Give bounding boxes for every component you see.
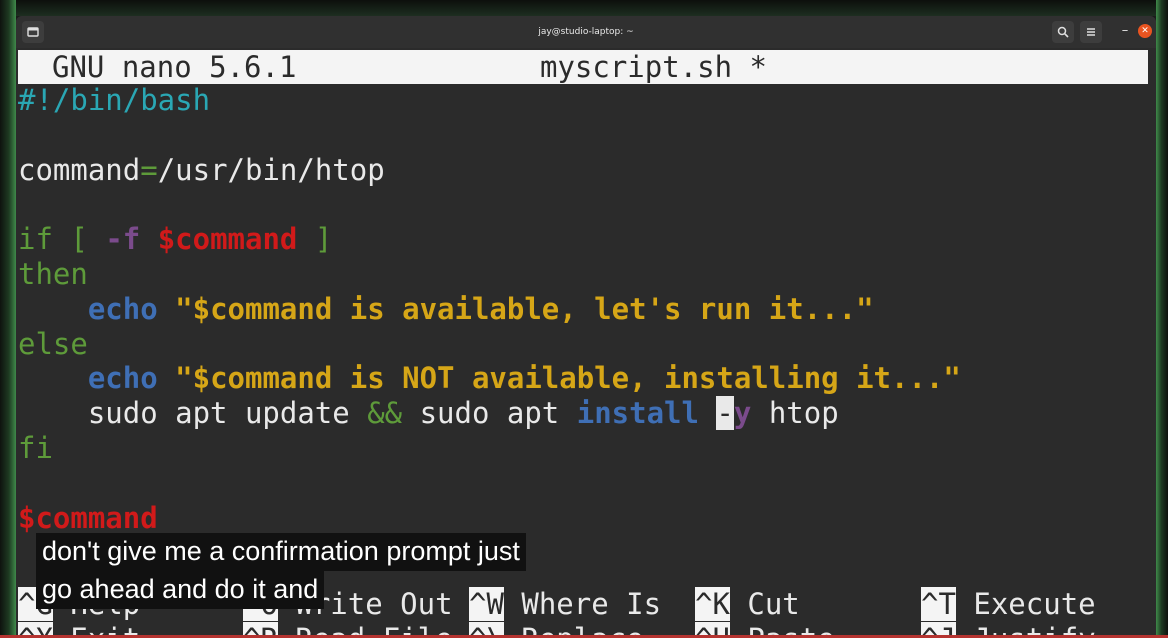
- minimize-button[interactable]: –: [1114, 21, 1136, 43]
- menu-button[interactable]: [1080, 21, 1102, 43]
- shortcut-execute[interactable]: ^T Execute: [921, 587, 1096, 621]
- shortcut-label: Where Is: [521, 587, 662, 621]
- shortcut-key: ^W: [469, 587, 504, 621]
- background-top-edge: [0, 0, 1168, 16]
- video-caption-line-2: go ahead and do it and: [36, 571, 325, 609]
- shortcut-cut[interactable]: ^K Cut: [695, 587, 800, 621]
- shortcut-label: Execute: [973, 587, 1096, 621]
- video-caption-line-1: don't give me a confirmation prompt just: [36, 533, 526, 571]
- shortcut-key: ^T: [921, 587, 956, 621]
- background-right-glow: [1156, 0, 1168, 638]
- search-button[interactable]: [1052, 21, 1074, 43]
- close-button[interactable]: ✕: [1138, 24, 1152, 38]
- window-title: jay@studio-laptop: ~: [538, 27, 634, 37]
- shortcut-where-is[interactable]: ^W Where Is: [469, 587, 661, 621]
- hamburger-menu-icon: [1087, 28, 1095, 36]
- shortcut-key: ^K: [695, 587, 730, 621]
- background-left-glow: [0, 0, 16, 638]
- title-bar: jay@studio-laptop: ~ – ✕: [16, 16, 1156, 49]
- search-icon: [1057, 26, 1069, 38]
- shortcut-label: Cut: [747, 587, 800, 621]
